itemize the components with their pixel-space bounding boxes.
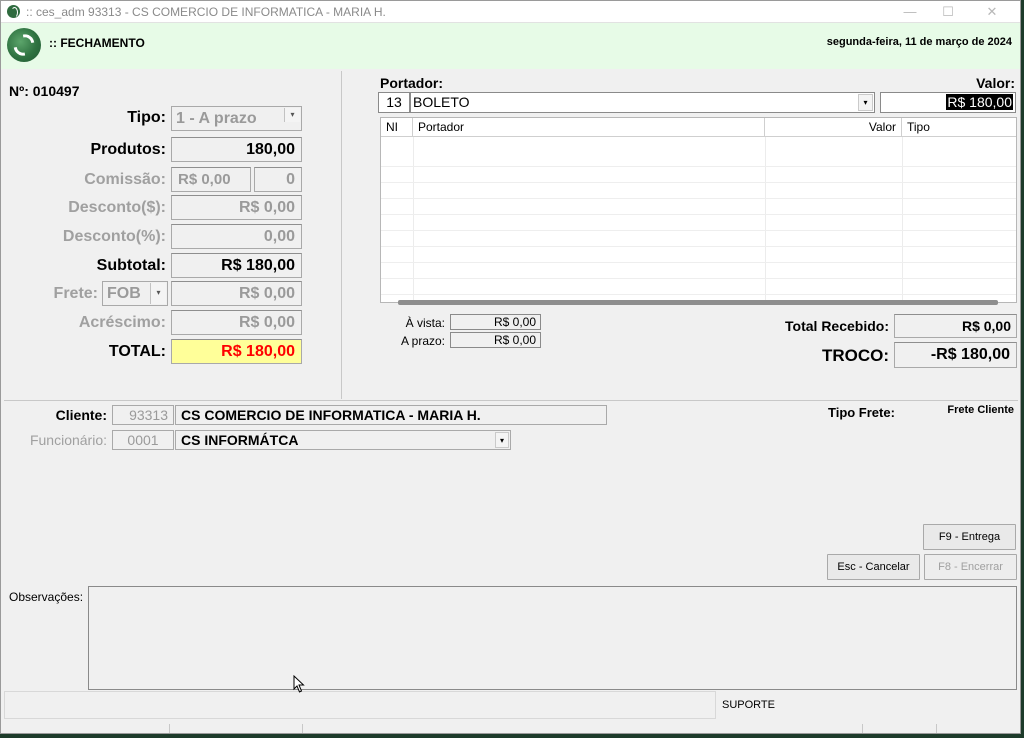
status-panel-user: SUPORTE	[717, 691, 1020, 719]
acrescimo-label: Acréscimo:	[78, 314, 166, 331]
maximize-button[interactable]: ☐	[934, 3, 962, 21]
frete-value-input[interactable]: R$ 0,00	[171, 281, 302, 306]
comissao-qty: 0	[254, 167, 302, 192]
subtotal-label: Subtotal:	[96, 257, 166, 274]
total-label: TOTAL:	[108, 343, 166, 360]
payment-panel: Portador: Valor: 13 BOLETO ▾ R$ 180,00 N…	[343, 71, 1020, 399]
frete-type-value: FOB	[107, 285, 141, 302]
valor-label: Valor:	[976, 75, 1015, 91]
company-logo-icon	[7, 28, 41, 62]
chevron-down-icon[interactable]: ▾	[495, 432, 509, 448]
column-ni[interactable]: NI	[381, 118, 413, 137]
frete-label: Frete:	[53, 285, 98, 302]
tipo-frete-value: Frete Cliente	[947, 404, 1014, 416]
cliente-label: Cliente:	[55, 407, 107, 423]
portador-select-value: BOLETO	[413, 94, 470, 110]
cliente-code[interactable]: 93313	[112, 405, 174, 425]
app-icon	[7, 5, 20, 18]
total-recebido-value: R$ 0,00	[894, 314, 1017, 338]
minimize-button[interactable]: —	[896, 3, 924, 21]
section-divider	[4, 400, 1018, 401]
total-value: R$ 180,00	[171, 339, 302, 364]
valor-input-selection: R$ 180,00	[946, 94, 1013, 110]
funcionario-code[interactable]: 0001	[112, 430, 174, 450]
column-valor[interactable]: Valor	[765, 118, 902, 137]
troco-value: -R$ 180,00	[894, 342, 1017, 368]
desconto-percent-label: Desconto(%):	[62, 228, 166, 245]
total-recebido-label: Total Recebido:	[785, 318, 889, 334]
desconto-percent-input[interactable]: 0,00	[171, 224, 302, 249]
tipo-select[interactable]: 1 - A prazo ▾	[171, 106, 302, 131]
grid-row	[381, 248, 1016, 263]
grid-horizontal-scrollbar[interactable]	[398, 300, 998, 305]
troco-label: TROCO:	[821, 346, 889, 365]
produtos-value: 180,00	[171, 137, 302, 162]
window-title: :: ces_adm 93313 - CS COMERCIO DE INFORM…	[26, 5, 386, 19]
title-bar: :: ces_adm 93313 - CS COMERCIO DE INFORM…	[1, 1, 1020, 23]
grid-header: NI Portador Valor Tipo	[381, 118, 1016, 137]
status-user-text: SUPORTE	[722, 699, 775, 711]
grid-row	[381, 184, 1016, 199]
grid-row	[381, 152, 1016, 167]
close-button[interactable]: ✕	[978, 3, 1006, 21]
status-bar: SUPORTE	[4, 691, 1020, 733]
chevron-down-icon[interactable]: ▾	[284, 108, 300, 122]
screen-header: :: FECHAMENTO segunda-feira, 11 de março…	[1, 23, 1020, 69]
chevron-down-icon[interactable]: ▾	[858, 94, 873, 111]
cancelar-button[interactable]: Esc - Cancelar	[827, 554, 920, 580]
observacoes-label: Observações:	[9, 590, 84, 604]
grid-row	[381, 200, 1016, 215]
desconto-valor-input[interactable]: R$ 0,00	[171, 195, 302, 220]
portador-code-input[interactable]: 13	[378, 92, 410, 113]
payments-grid[interactable]: NI Portador Valor Tipo	[380, 117, 1017, 303]
produtos-label: Produtos:	[90, 141, 166, 158]
subtotal-value: R$ 180,00	[171, 253, 302, 278]
portador-select[interactable]: BOLETO ▾	[410, 92, 875, 113]
grid-row	[381, 232, 1016, 247]
funcionario-select[interactable]: CS INFORMÁTCA ▾	[175, 430, 511, 450]
fechamento-window: :: ces_adm 93313 - CS COMERCIO DE INFORM…	[0, 0, 1021, 734]
grid-row	[381, 264, 1016, 279]
tipo-label: Tipo:	[127, 109, 166, 126]
tipo-select-value: 1 - A prazo	[176, 110, 257, 127]
aprazo-label: A prazo:	[400, 334, 445, 348]
comissao-value: R$ 0,00	[171, 167, 251, 192]
desconto-valor-label: Desconto($):	[68, 199, 166, 216]
entrega-button[interactable]: F9 - Entrega	[923, 524, 1016, 550]
portador-label: Portador:	[380, 75, 443, 91]
valor-input[interactable]: R$ 180,00	[880, 92, 1016, 113]
observacoes-textarea[interactable]	[88, 586, 1017, 690]
order-number: Nº: 010497	[9, 83, 80, 99]
cliente-name[interactable]: CS COMERCIO DE INFORMATICA - MARIA H.	[175, 405, 607, 425]
totals-panel: Nº: 010497 Tipo: 1 - A prazo ▾ Produtos:…	[4, 71, 342, 399]
aprazo-value: R$ 0,00	[450, 332, 541, 348]
status-panel-main	[4, 691, 716, 719]
acrescimo-input[interactable]: R$ 0,00	[171, 310, 302, 335]
mouse-pointer-icon	[293, 675, 305, 693]
grid-row	[381, 168, 1016, 183]
comissao-label: Comissão:	[84, 171, 166, 188]
chevron-down-icon[interactable]: ▾	[150, 283, 166, 304]
screen-title: :: FECHAMENTO	[49, 36, 145, 50]
avista-value: R$ 0,00	[450, 314, 541, 330]
avista-label: À vista:	[405, 316, 445, 330]
tipo-frete-label: Tipo Frete:	[828, 405, 895, 420]
frete-type-select[interactable]: FOB ▾	[102, 281, 168, 306]
current-date: segunda-feira, 11 de março de 2024	[826, 36, 1012, 48]
column-portador[interactable]: Portador	[413, 118, 765, 137]
column-tipo[interactable]: Tipo	[902, 118, 1016, 137]
funcionario-select-value: CS INFORMÁTCA	[181, 432, 299, 448]
grid-row	[381, 280, 1016, 295]
grid-row	[381, 216, 1016, 231]
funcionario-label: Funcionário:	[29, 432, 107, 448]
encerrar-button[interactable]: F8 - Encerrar	[924, 554, 1017, 580]
